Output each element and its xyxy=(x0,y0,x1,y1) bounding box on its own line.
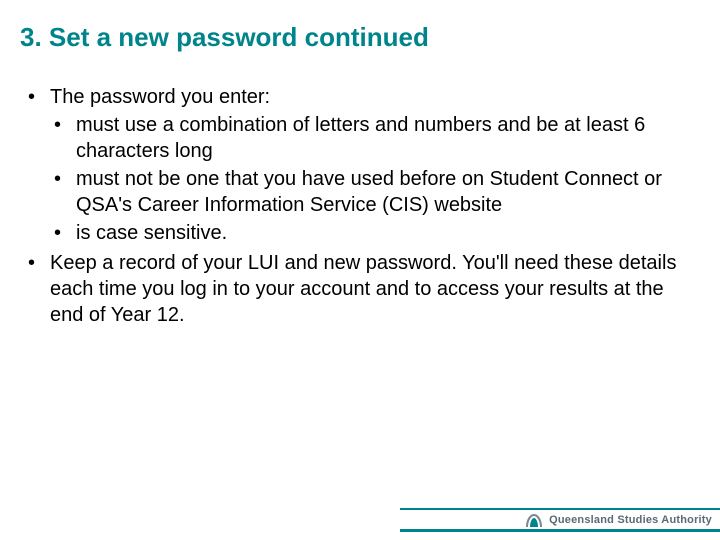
slide-footer: Queensland Studies Authority xyxy=(0,502,720,540)
bullet-text: must not be one that you have used befor… xyxy=(76,168,662,216)
slide: 3. Set a new password continued The pass… xyxy=(0,0,720,540)
list-item: Keep a record of your LUI and new passwo… xyxy=(24,250,684,328)
bullet-text: Keep a record of your LUI and new passwo… xyxy=(50,252,676,326)
list-item: The password you enter: must use a combi… xyxy=(24,84,684,246)
qsa-logo-icon xyxy=(525,512,543,528)
list-item: must use a combination of letters and nu… xyxy=(50,112,684,164)
footer-divider-top xyxy=(400,508,720,510)
bullet-text: is case sensitive. xyxy=(76,222,227,244)
slide-body: The password you enter: must use a combi… xyxy=(24,84,684,332)
footer-logo: Queensland Studies Authority xyxy=(525,511,712,529)
footer-org-name: Queensland Studies Authority xyxy=(549,514,712,526)
slide-title: 3. Set a new password continued xyxy=(20,22,429,53)
bullet-text: The password you enter: xyxy=(50,86,270,108)
list-item: must not be one that you have used befor… xyxy=(50,166,684,218)
bullet-text: must use a combination of letters and nu… xyxy=(76,114,645,162)
bullet-list: The password you enter: must use a combi… xyxy=(24,84,684,328)
sub-bullet-list: must use a combination of letters and nu… xyxy=(50,112,684,246)
list-item: is case sensitive. xyxy=(50,220,684,246)
footer-divider-bottom xyxy=(400,529,720,532)
